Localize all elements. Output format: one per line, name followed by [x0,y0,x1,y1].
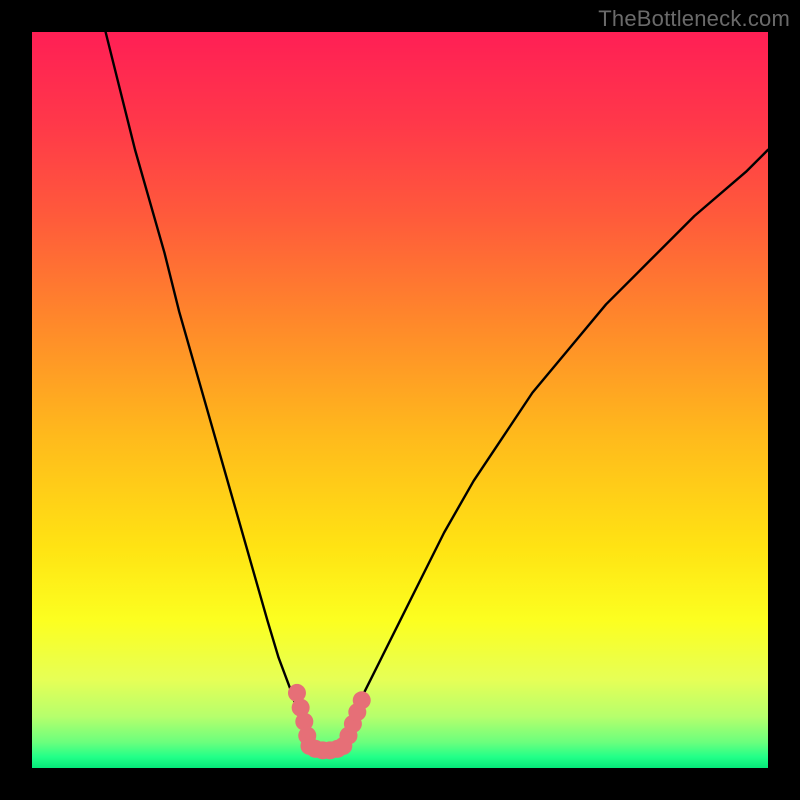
chart-frame: TheBottleneck.com [0,0,800,800]
watermark-text: TheBottleneck.com [598,6,790,32]
right-marker-5 [353,691,371,709]
gradient-background [32,32,768,768]
plot-area [32,32,768,768]
chart-svg [32,32,768,768]
